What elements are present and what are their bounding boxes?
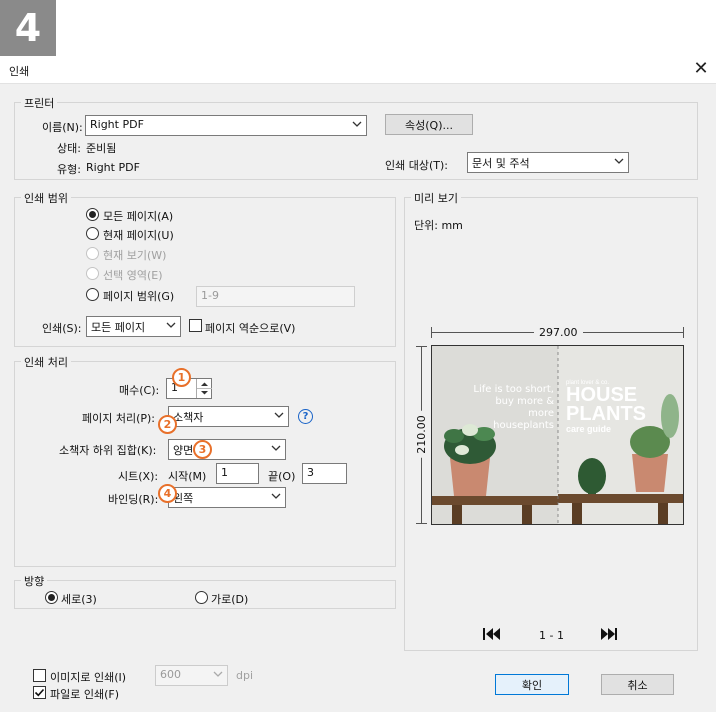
radio-current-page[interactable]	[86, 227, 99, 240]
tagline-line-1: Life is too short,	[473, 384, 554, 395]
copies-spinner[interactable]	[196, 379, 212, 398]
title-bar	[0, 56, 716, 84]
sheets-to-label: 끝(O)	[268, 470, 296, 483]
type-value: Right PDF	[86, 161, 140, 174]
last-page-icon[interactable]	[599, 627, 619, 641]
status-value: 준비됨	[86, 142, 117, 155]
marker-3: 3	[193, 440, 212, 459]
brand-line-3: care guide	[566, 424, 612, 434]
page-scaling-value: 소책자	[173, 411, 204, 424]
status-label: 상태:	[57, 142, 81, 155]
height-tick-top	[416, 346, 427, 347]
binding-select[interactable]: 왼쪽	[168, 487, 286, 508]
current-view-label: 현재 보기(W)	[103, 249, 167, 262]
reverse-pages-checkbox[interactable]	[189, 319, 202, 332]
help-icon[interactable]: ?	[298, 409, 313, 424]
print-as-image-label[interactable]: 이미지로 인쇄(I)	[50, 669, 126, 685]
page-scaling-select[interactable]: 소책자	[168, 406, 289, 427]
radio-current-view	[86, 247, 99, 260]
chevron-down-icon	[271, 493, 281, 499]
spinner-arrows-icon[interactable]	[197, 379, 212, 398]
units-label: 단위: mm	[414, 219, 463, 232]
tagline-line-3: houseplants	[493, 420, 554, 431]
marker-1: 1	[172, 368, 191, 387]
marker-2: 2	[158, 415, 177, 434]
sheets-from-input[interactable]: 1	[216, 463, 259, 484]
print-range-legend: 인쇄 범위	[21, 190, 71, 206]
height-tick-bottom	[416, 523, 427, 524]
print-what-value: 문서 및 주석	[472, 157, 530, 170]
preview-legend: 미리 보기	[411, 190, 461, 206]
print-subset-select[interactable]: 모든 페이지	[86, 316, 181, 337]
current-page-label[interactable]: 현재 페이지(U)	[103, 227, 174, 243]
all-pages-label[interactable]: 모든 페이지(A)	[103, 208, 173, 224]
type-label: 유형:	[57, 163, 81, 176]
page-range-label[interactable]: 페이지 범위(G)	[103, 288, 174, 304]
ok-button[interactable]: 확인	[495, 674, 569, 695]
radio-portrait[interactable]	[45, 591, 58, 604]
chevron-down-icon	[271, 445, 281, 451]
printer-name-select[interactable]: Right PDF	[85, 115, 367, 136]
print-what-select[interactable]: 문서 및 주석	[467, 152, 629, 173]
radio-page-range[interactable]	[86, 288, 99, 301]
portrait-label[interactable]: 세로(3)	[61, 591, 97, 607]
print-subset-value: 모든 페이지	[91, 321, 146, 334]
sheets-label: 시트(X):	[118, 470, 159, 483]
page-indicator: 1 - 1	[539, 629, 564, 642]
dpi-unit: dpi	[236, 669, 254, 682]
first-page-icon[interactable]	[482, 627, 502, 641]
page-range-input[interactable]: 1-9	[196, 286, 355, 307]
tagline-line-2: buy more & more	[495, 396, 554, 419]
print-what-label: 인쇄 대상(T):	[385, 159, 448, 172]
radio-selection	[86, 267, 99, 280]
sheets-to-input[interactable]: 3	[302, 463, 347, 484]
step-badge: 4	[0, 0, 56, 56]
dpi-value: 600	[160, 668, 181, 681]
width-tick-left	[431, 327, 432, 338]
close-icon[interactable]: ✕	[690, 60, 712, 80]
cancel-button[interactable]: 취소	[601, 674, 674, 695]
print-subset-label: 인쇄(S):	[42, 322, 82, 335]
radio-all-pages[interactable]	[86, 208, 99, 221]
orientation-legend: 방향	[21, 573, 48, 589]
width-tick-right	[683, 327, 684, 338]
print-handling-legend: 인쇄 처리	[21, 354, 71, 370]
print-as-image-checkbox[interactable]	[33, 669, 46, 682]
brand-line-2: PLANTS	[566, 403, 646, 425]
chevron-down-icon	[213, 671, 223, 677]
checkmark-icon	[34, 688, 45, 697]
sheets-from-label: 시작(M)	[168, 470, 207, 483]
height-label: 210.00	[414, 411, 428, 458]
tagline: Life is too short, buy more & more house…	[468, 384, 554, 432]
dialog-title: 인쇄	[9, 65, 30, 78]
print-to-file-label[interactable]: 파일로 인쇄(F)	[50, 686, 119, 702]
chevron-down-icon	[166, 322, 176, 328]
properties-button[interactable]: 속성(Q)...	[385, 114, 473, 135]
reverse-pages-label[interactable]: 페이지 역순으로(V)	[205, 320, 295, 336]
chevron-down-icon	[614, 158, 624, 164]
page-scaling-label: 페이지 처리(P):	[82, 412, 156, 425]
copies-label: 매수(C):	[119, 384, 160, 397]
booklet-subset-select[interactable]: 양면	[168, 439, 286, 460]
radio-landscape[interactable]	[195, 591, 208, 604]
printer-name-value: Right PDF	[90, 118, 144, 131]
booklet-preview: Life is too short, buy more & more house…	[431, 345, 684, 525]
brand-block: plant lover & co. HOUSE PLANTS care guid…	[566, 380, 646, 434]
booklet-subset-value: 양면	[173, 444, 194, 457]
chevron-down-icon	[274, 412, 284, 418]
dpi-select: 600	[155, 665, 228, 686]
landscape-label[interactable]: 가로(D)	[211, 591, 248, 607]
printer-name-label: 이름(N):	[42, 121, 83, 134]
selection-label: 선택 영역(E)	[103, 269, 163, 282]
marker-4: 4	[158, 484, 177, 503]
binding-label: 바인딩(R):	[108, 493, 159, 506]
chevron-down-icon	[352, 121, 362, 127]
print-to-file-checkbox[interactable]	[33, 686, 46, 699]
width-label: 297.00	[534, 326, 583, 339]
houseplants-artwork	[432, 346, 683, 524]
booklet-subset-label: 소책자 하위 집합(K):	[59, 444, 157, 457]
printer-legend: 프린터	[21, 95, 58, 111]
